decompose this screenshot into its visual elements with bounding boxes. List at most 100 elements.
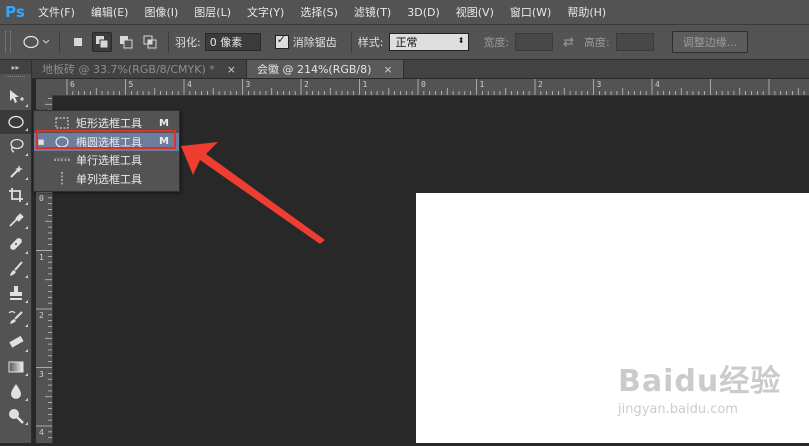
options-grip[interactable] [5, 31, 11, 53]
menu-window[interactable]: 窗口(W) [502, 0, 559, 24]
tool-preset-picker[interactable] [19, 31, 53, 53]
clone-stamp-tool[interactable] [0, 281, 31, 306]
swap-arrows-icon[interactable]: ⇄ [563, 35, 574, 50]
lasso-tool[interactable] [0, 134, 31, 159]
flyout-item-single-column[interactable]: 单列选框工具 [34, 170, 179, 189]
magic-wand-icon [9, 164, 23, 178]
flyout-item-rect-marquee[interactable]: 矩形选框工具 M [34, 114, 179, 133]
tools-panel: ▸▸ [0, 60, 32, 443]
ruler-label: 4 [187, 80, 192, 89]
brush-tool[interactable] [0, 257, 31, 282]
tab-document-1[interactable]: 地板砖 @ 33.7%(RGB/8/CMYK) * × [32, 60, 247, 78]
ruler-label: 3 [596, 80, 602, 89]
single-column-marquee-icon [54, 171, 70, 186]
ruler-label: 1 [39, 252, 44, 262]
toolbar-grip[interactable] [6, 76, 25, 83]
ellipse-marquee-icon [7, 115, 24, 128]
flyout-item-label: 单列选框工具 [76, 172, 142, 186]
width-input[interactable] [515, 33, 554, 51]
ruler-label: 2 [538, 80, 543, 89]
eyedropper-icon [8, 213, 24, 227]
crop-tool[interactable] [0, 183, 31, 208]
ruler-label: 4 [655, 80, 660, 89]
eyedropper-tool[interactable] [0, 208, 31, 233]
intersect-selection-icon [143, 35, 157, 49]
healing-brush-tool[interactable] [0, 232, 31, 257]
antialias-checkbox[interactable] [274, 33, 289, 49]
ruler-label: 2 [39, 311, 44, 320]
menu-help[interactable]: 帮助(H) [559, 0, 614, 24]
menu-view[interactable]: 视图(V) [448, 0, 502, 24]
refine-edge-button[interactable]: 调整边缘... [671, 31, 749, 53]
watermark-brand: Baidu经验 [618, 364, 782, 399]
document-tabs: 地板砖 @ 33.7%(RGB/8/CMYK) * × 会徽 @ 214%(RG… [32, 60, 809, 78]
tab-title: 地板砖 @ 33.7%(RGB/8/CMYK) * [42, 63, 215, 76]
menu-bar: Ps 文件(F) 编辑(E) 图像(I) 图层(L) 文字(Y) 选择(S) 滤… [0, 0, 809, 25]
collapse-panel-icon[interactable]: ▸▸ [0, 60, 31, 74]
eraser-icon [8, 336, 24, 348]
menu-image[interactable]: 图像(I) [136, 0, 186, 24]
subtract-selection-icon [120, 36, 133, 49]
ruler-ticks [66, 79, 805, 95]
flyout-item-shortcut: M [159, 117, 169, 129]
feather-label: 羽化: [175, 36, 201, 49]
close-icon[interactable]: × [227, 63, 236, 76]
brush-icon [9, 261, 23, 276]
menu-select[interactable]: 选择(S) [292, 0, 346, 24]
gradient-tool[interactable] [0, 355, 31, 380]
move-tool[interactable] [0, 85, 31, 110]
marquee-tool[interactable] [0, 109, 31, 134]
ruler-label: 0 [421, 80, 426, 89]
flyout-item-label: 矩形选框工具 [76, 117, 142, 131]
ruler-label: 0 [39, 194, 44, 203]
close-icon[interactable]: × [383, 63, 392, 76]
rect-marquee-icon [54, 116, 70, 130]
menu-type[interactable]: 文字(Y) [239, 0, 292, 24]
menu-filter[interactable]: 滤镜(T) [346, 0, 399, 24]
antialias-label: 消除锯齿 [292, 36, 337, 49]
horizontal-ruler[interactable]: 6 5 4 3 2 1 0 1 2 3 4 [52, 79, 809, 96]
flyout-item-ellipse-marquee[interactable]: ■ 椭圆选框工具 M [34, 132, 179, 151]
add-selection-icon [96, 36, 109, 49]
updown-arrow-icon: ⬍ [457, 36, 465, 45]
style-label: 样式: [357, 36, 384, 49]
history-brush-icon [8, 310, 23, 324]
menu-layer[interactable]: 图层(L) [186, 0, 239, 24]
tab-document-2[interactable]: 会徽 @ 214%(RGB/8) × [246, 60, 404, 78]
ruler-label: 5 [128, 80, 134, 89]
stamp-icon [9, 286, 22, 301]
blur-tool[interactable] [0, 379, 31, 404]
add-to-selection-button[interactable] [92, 32, 112, 52]
ruler-label: 1 [479, 80, 485, 89]
style-value: 正常 [395, 36, 418, 49]
flyout-item-single-row[interactable]: 单行选框工具 [34, 151, 179, 170]
flyout-item-label: 单行选框工具 [76, 154, 142, 168]
gradient-icon [8, 361, 23, 373]
crop-icon [8, 188, 23, 203]
eraser-tool[interactable] [0, 330, 31, 355]
options-bar: 羽化: 0 像素 消除锯齿 样式: 正常 ⬍ 宽度: ⇄ 高度: 调整边缘... [0, 25, 809, 60]
new-selection-button[interactable] [68, 32, 88, 52]
move-icon [9, 90, 24, 104]
watermark-url: jingyan.baidu.com [618, 402, 738, 417]
lasso-icon [9, 139, 24, 153]
style-select[interactable]: 正常 ⬍ [389, 33, 470, 51]
menu-3d[interactable]: 3D(D) [399, 0, 448, 24]
ellipse-marquee-icon [23, 35, 50, 49]
bandage-icon [9, 238, 22, 251]
height-input[interactable] [615, 33, 654, 51]
feather-input[interactable]: 0 像素 [204, 33, 261, 51]
history-brush-tool[interactable] [0, 306, 31, 331]
divider [168, 31, 169, 53]
subtract-selection-button[interactable] [116, 32, 136, 52]
ruler-label: 1 [362, 80, 368, 89]
flyout-item-label: 椭圆选框工具 [76, 135, 142, 149]
menu-edit[interactable]: 编辑(E) [83, 0, 137, 24]
menu-file[interactable]: 文件(F) [30, 0, 83, 24]
ruler-label: 3 [39, 369, 44, 379]
magic-wand-tool[interactable] [0, 159, 31, 184]
dodge-tool[interactable] [0, 404, 31, 429]
ruler-origin[interactable] [36, 79, 53, 96]
intersect-selection-button[interactable] [140, 32, 160, 52]
tab-title: 会徽 @ 214%(RGB/8) [256, 63, 372, 76]
